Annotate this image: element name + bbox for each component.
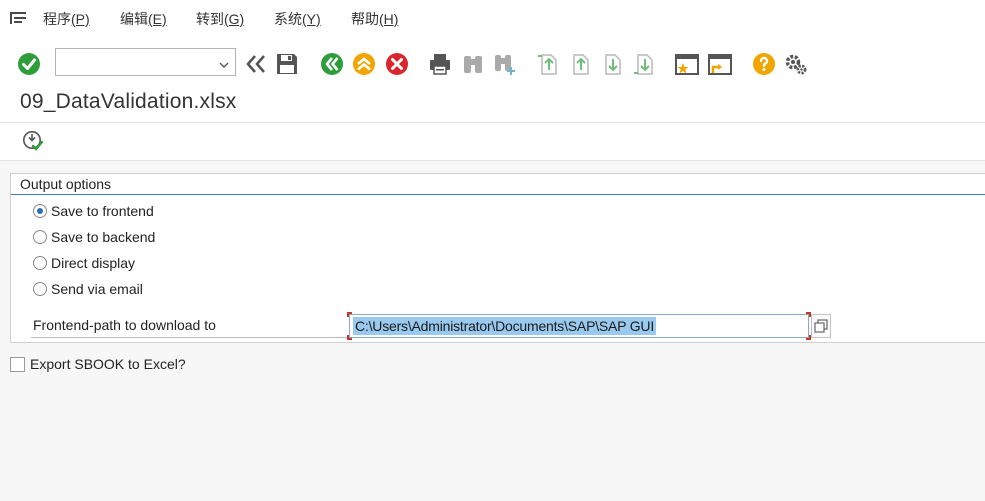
path-label: Frontend-path to download to — [33, 317, 216, 333]
radio-direct-display[interactable]: Direct display — [33, 253, 135, 273]
export-sbook-checkbox[interactable] — [10, 356, 25, 372]
frontend-path-input[interactable]: C:\Users\Administrator\Documents\SAP\SAP… — [349, 314, 809, 338]
divider — [0, 122, 985, 123]
radio-label: Save to frontend — [51, 203, 154, 219]
group-divider — [11, 194, 985, 195]
radio-button[interactable] — [33, 282, 47, 296]
menu-bar: 程序(P) 编辑(E) 转到(G) 系统(Y) 帮助(H) — [0, 0, 985, 36]
exit-icon[interactable] — [352, 52, 376, 76]
first-page-icon[interactable] — [536, 52, 560, 76]
last-page-icon[interactable] — [632, 52, 656, 76]
generate-shortcut-icon[interactable] — [708, 52, 732, 76]
value-help-icon — [814, 319, 828, 333]
command-field[interactable] — [55, 48, 236, 76]
page-title: 09_DataValidation.xlsx — [20, 90, 237, 113]
radio-label: Save to backend — [51, 229, 156, 245]
find-icon[interactable] — [461, 52, 485, 76]
back-icon[interactable] — [320, 52, 344, 76]
radio-button[interactable] — [33, 230, 47, 244]
menu-help[interactable]: 帮助(H) — [351, 9, 398, 29]
radio-label: Direct display — [51, 255, 136, 271]
radio-button[interactable] — [33, 204, 47, 218]
enter-check-icon[interactable] — [17, 52, 41, 76]
next-page-icon[interactable] — [600, 52, 624, 76]
label-underline — [31, 337, 355, 338]
checkbox-label: Export SBOOK to Excel? — [30, 356, 186, 372]
double-chevron-left-icon[interactable] — [244, 52, 268, 76]
cancel-icon[interactable] — [385, 52, 409, 76]
execute-icon[interactable] — [22, 130, 44, 152]
create-session-icon[interactable] — [675, 52, 699, 76]
group-title: Output options — [20, 176, 112, 192]
selection-screen: Output options Save to frontend Save to … — [0, 161, 985, 501]
chevron-down-icon[interactable] — [219, 57, 229, 68]
radio-save-backend[interactable]: Save to backend — [33, 227, 155, 247]
print-icon[interactable] — [428, 52, 452, 76]
menu-system[interactable]: 系统(Y) — [274, 9, 321, 29]
required-marker — [347, 335, 352, 340]
menu-program[interactable]: 程序(P) — [43, 9, 90, 29]
customize-layout-icon[interactable] — [784, 52, 808, 76]
previous-page-icon[interactable] — [568, 52, 592, 76]
path-value: C:\Users\Administrator\Documents\SAP\SAP… — [353, 317, 657, 335]
output-options-group: Output options Save to frontend Save to … — [10, 173, 985, 343]
required-marker — [347, 312, 352, 317]
export-sbook-checkbox-row[interactable]: Export SBOOK to Excel? — [10, 356, 186, 372]
radio-button[interactable] — [33, 256, 47, 270]
radio-send-email[interactable]: Send via email — [33, 279, 143, 299]
menu-goto[interactable]: 转到(G) — [196, 9, 244, 29]
find-next-icon[interactable] — [493, 52, 517, 76]
radio-label: Send via email — [51, 281, 143, 297]
help-icon[interactable] — [752, 52, 776, 76]
value-help-button[interactable] — [811, 314, 831, 338]
radio-save-frontend[interactable]: Save to frontend — [33, 201, 154, 221]
menu-list-icon[interactable] — [9, 9, 27, 27]
menu-edit[interactable]: 编辑(E) — [120, 9, 167, 29]
save-icon[interactable] — [275, 52, 299, 76]
